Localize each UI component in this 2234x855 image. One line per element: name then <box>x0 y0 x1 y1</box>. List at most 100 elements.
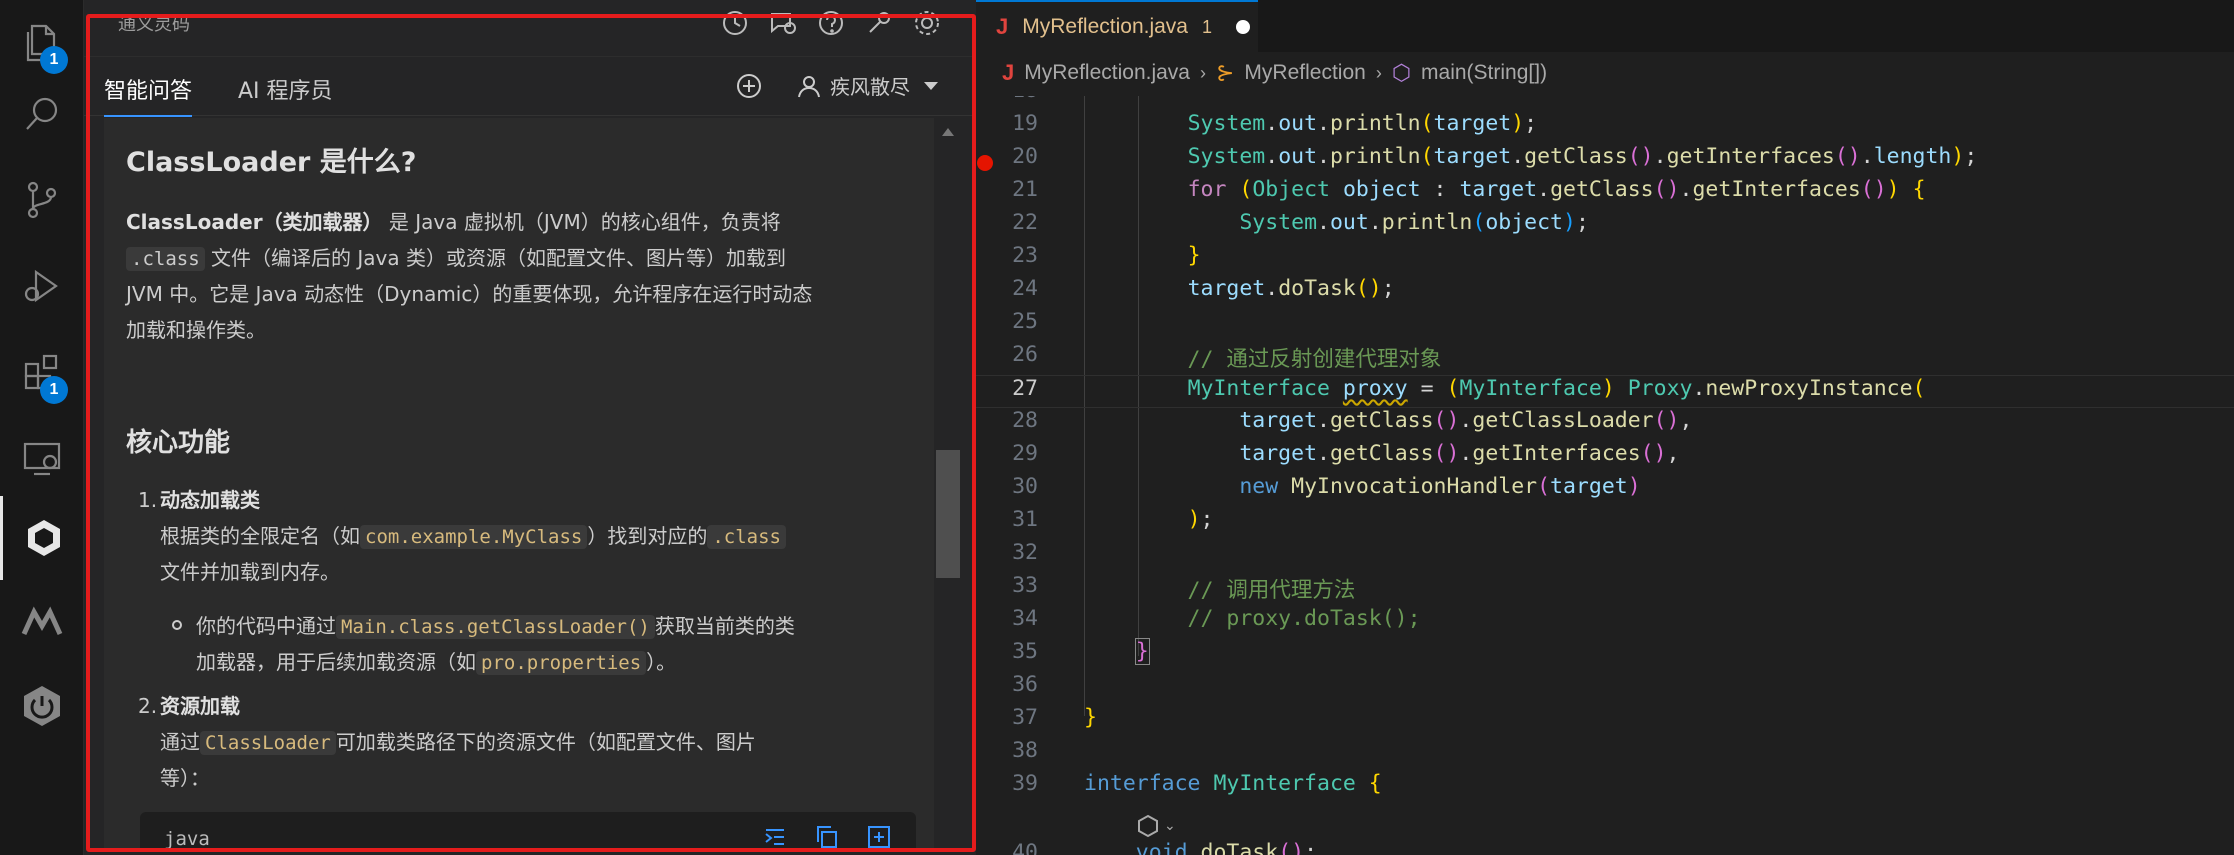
code-line: 19 System.out.println(target); <box>976 111 2234 144</box>
copy-icon[interactable] <box>814 824 840 850</box>
code-text: target.getClass().getClassLoader(), <box>1239 408 1693 433</box>
help-icon[interactable] <box>816 8 846 38</box>
panel-header-actions <box>720 8 942 38</box>
tongyi-hint-icon <box>1138 814 1158 838</box>
code-comment: // proxy.doTask(); <box>1084 606 1421 631</box>
lingma-m-button[interactable] <box>0 580 84 664</box>
line-number: 25 <box>1012 309 1038 334</box>
inline-code: com.example.MyClass <box>360 525 588 549</box>
code-text: } <box>1134 638 1150 665</box>
code-line: 30 new MyInvocationHandler(target) <box>976 474 2234 507</box>
tab-problem-count: 1 <box>1201 16 1212 37</box>
run-debug-icon <box>24 269 58 303</box>
tab-ai-programmer[interactable]: AI 程序员 <box>238 73 333 117</box>
run-debug-button[interactable] <box>0 244 84 328</box>
line-number: 32 <box>1012 540 1038 565</box>
code-line: 39 interface MyInterface { <box>976 771 2234 804</box>
source-control-button[interactable] <box>0 158 84 242</box>
new-chat-icon[interactable] <box>734 71 764 101</box>
insert-code-icon[interactable] <box>762 824 788 850</box>
panel-tabs: 智能问答 AI 程序员 疾风散尽 <box>84 56 976 117</box>
user-menu[interactable]: 疾风散尽 <box>796 71 938 100</box>
breadcrumb-class[interactable]: MyReflection <box>1244 61 1365 85</box>
item2-line-2: 等）： <box>160 766 210 790</box>
breadcrumb: J MyReflection.java › ⊱ MyReflection › ⬡… <box>976 54 2234 92</box>
inline-code: Main.class.getClassLoader() <box>336 615 655 639</box>
unsaved-dot-icon[interactable] <box>1236 20 1250 34</box>
ai-code-lens[interactable]: ⌄ <box>1136 814 1176 838</box>
sub1-text-a: 你的代码中通过 <box>196 614 336 638</box>
chat-content: ClassLoader 是什么? ClassLoader（类加载器） 是 Jav… <box>104 118 934 852</box>
tongyi-logo-icon <box>27 520 60 556</box>
intro-line-3: JVM 中。它是 Java 动态性（Dynamic）的重要体现，允许程序在运行时… <box>126 282 813 306</box>
section-heading: 核心功能 <box>126 428 231 458</box>
chevron-down-icon <box>924 81 938 90</box>
list-number-1: 1. <box>138 488 158 512</box>
answer-heading: ClassLoader 是什么? <box>126 147 417 178</box>
breadcrumb-method[interactable]: main(String[]) <box>1421 61 1547 85</box>
tools-icon[interactable] <box>864 8 894 38</box>
item1-title-text: 动态加载类 <box>160 488 260 512</box>
code-area[interactable]: 18 19 System.out.println(target); 20 Sys… <box>976 96 2234 855</box>
java-file-icon: J <box>1002 60 1015 85</box>
chat-feedback-icon[interactable] <box>768 8 798 38</box>
code-line: 37} <box>976 705 2234 738</box>
editor-tab-myreflection[interactable]: J MyReflection.java 1 <box>976 0 1258 52</box>
explorer-badge: 1 <box>40 46 68 74</box>
search-button[interactable] <box>0 72 84 156</box>
code-line: 20 System.out.println(target.getClass().… <box>976 144 2234 177</box>
line-number: 27 <box>1012 376 1038 401</box>
line-number: 33 <box>1012 573 1038 598</box>
extensions-button[interactable]: 1 <box>0 330 84 414</box>
line-number: 24 <box>1012 276 1038 301</box>
code-line-current: 27 MyInterface proxy = (MyInterface) Pro… <box>976 375 2234 409</box>
code-line: 35 } <box>976 638 2234 672</box>
search-icon <box>26 97 58 130</box>
line-number: 22 <box>1012 210 1038 235</box>
java-file-icon: J <box>996 14 1009 39</box>
line-number: 36 <box>1012 672 1038 697</box>
code-line: 23 } <box>976 243 2234 276</box>
item2-title: 资源加载 <box>160 688 920 724</box>
line-number: 39 <box>1012 771 1038 796</box>
line-number: 18 <box>976 96 1038 103</box>
inline-code: pro.properties <box>476 651 647 675</box>
new-file-icon[interactable] <box>866 824 892 850</box>
class-icon: ⊱ <box>1215 60 1235 85</box>
code-line: 21 for (Object object : target.getClass(… <box>976 177 2234 210</box>
method-icon: ⬡ <box>1391 60 1412 85</box>
line-number: 31 <box>1012 507 1038 532</box>
tongyi-lingma-button[interactable] <box>0 496 84 580</box>
item2-text-a: 通过 <box>160 730 200 754</box>
breadcrumb-file[interactable]: MyReflection.java <box>1024 61 1190 85</box>
code-line: 40 void doTask(); <box>976 840 2234 855</box>
activity-bar: 1 1 <box>0 0 84 855</box>
line-number: 23 <box>1012 243 1038 268</box>
item2-title-text: 资源加载 <box>160 694 240 718</box>
scroll-thumb[interactable] <box>936 450 960 578</box>
chat-scrollbar[interactable] <box>936 118 960 852</box>
code-line: 18 <box>976 96 2234 111</box>
line-number: 34 <box>1012 606 1038 631</box>
sub1-text-d: ）。 <box>646 650 677 674</box>
item2-text-b: 可加载类路径下的资源文件（如配置文件、图片 <box>335 730 756 754</box>
power-button[interactable] <box>0 664 84 748</box>
chevron-down-icon: ⌄ <box>1164 818 1176 834</box>
user-name: 疾风散尽 <box>830 75 910 99</box>
history-icon[interactable] <box>720 8 750 38</box>
code-text: target.getClass().getInterfaces(), <box>1239 441 1680 466</box>
tab-smart-qa[interactable]: 智能问答 <box>104 73 193 117</box>
code-language: java <box>164 828 210 850</box>
code-block-actions <box>762 824 892 850</box>
code-text: interface MyInterface { <box>1084 771 1382 796</box>
sub1-text-b: 获取当前类的类 <box>654 614 795 638</box>
intro-line-1: ClassLoader（类加载器） 是 Java 虚拟机（JVM）的核心组件，负… <box>126 204 916 240</box>
scroll-up-arrow[interactable] <box>942 128 954 136</box>
source-control-icon <box>27 181 57 219</box>
item1-text-a: 根据类的全限定名（如 <box>160 524 360 548</box>
gear-icon[interactable] <box>912 8 942 38</box>
sub1-text-c: 加载器，用于后续加载资源（如 <box>196 650 476 674</box>
tongyi-panel: 通义灵码 智能问答 AI 程序员 疾风散尽 ClassLoader 是什么? C… <box>84 0 976 855</box>
chevron-right-icon: › <box>1199 62 1206 83</box>
remote-explorer-button[interactable] <box>0 416 84 500</box>
